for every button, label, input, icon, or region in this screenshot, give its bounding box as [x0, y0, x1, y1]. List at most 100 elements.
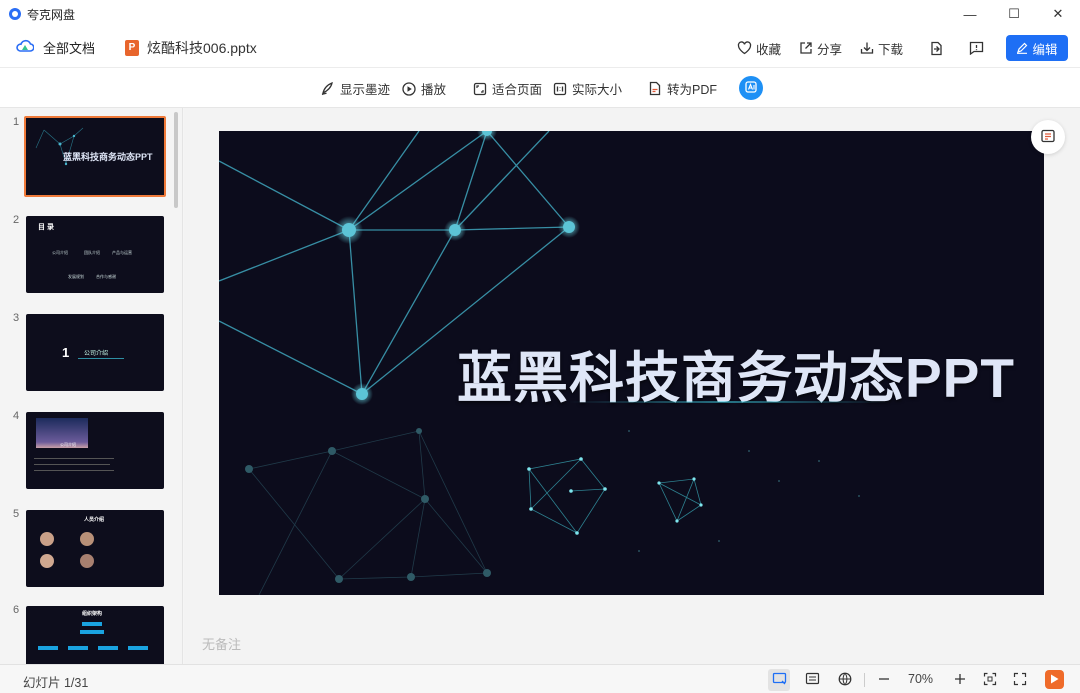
- play-icon: [1050, 672, 1059, 687]
- zoom-out-button[interactable]: [873, 669, 895, 691]
- thumbnail-number: 5: [13, 508, 20, 520]
- thumbnail-number: 6: [13, 604, 20, 616]
- thumbnail-text-line: [34, 458, 114, 459]
- close-button[interactable]: ✕: [1036, 0, 1080, 28]
- thumbnail-text-line: [34, 464, 110, 465]
- title-bar: 夸克网盘 — ☐ ✕: [0, 0, 1080, 28]
- header-actions: 收藏 分享 下载 编辑: [719, 28, 1068, 68]
- thumbnail-scrollbar[interactable]: [174, 112, 178, 208]
- convert-pdf-button[interactable]: 转为PDF: [648, 79, 717, 98]
- thumbnail-org-box: [80, 630, 104, 634]
- all-docs-button[interactable]: 全部文档: [16, 38, 95, 57]
- status-bar: 幻灯片 1/31 70%: [0, 664, 1080, 693]
- slideshow-play-button[interactable]: [1045, 670, 1064, 689]
- notes-view-icon: [805, 672, 820, 688]
- normal-view-icon: [772, 672, 787, 689]
- file-tab: P 炫酷科技006.pptx: [125, 38, 257, 58]
- slide-title-underline: [569, 401, 889, 403]
- show-ink-label: 显示墨迹: [340, 83, 391, 97]
- status-divider: [864, 673, 865, 687]
- thumbnail-avatar: [40, 532, 54, 546]
- download-label: 下载: [877, 42, 903, 57]
- minimize-button[interactable]: —: [948, 0, 992, 28]
- actual-size-button[interactable]: 实际大小: [553, 79, 622, 98]
- side-panel-icon: [1040, 128, 1056, 147]
- thumbnail-slide-6[interactable]: 组织架构: [26, 606, 164, 664]
- thumbnail-row-6: 6 组织架构: [0, 604, 170, 664]
- thumbnail-org-box: [98, 646, 118, 650]
- download-button[interactable]: 下载: [860, 39, 903, 58]
- ai-assistant-icon: [744, 80, 758, 97]
- thumbnail-row-3: 3 1 公司介绍: [0, 312, 170, 392]
- thumbnail-title: 公司介绍: [84, 351, 109, 357]
- window-controls: — ☐ ✕: [948, 0, 1080, 28]
- play-button[interactable]: 播放: [402, 79, 446, 98]
- all-docs-label: 全部文档: [43, 41, 96, 56]
- thumbnail-org-box: [68, 646, 88, 650]
- thumbnail-slide-5[interactable]: 人员介绍: [26, 510, 164, 587]
- feedback-icon[interactable]: [969, 41, 984, 55]
- thumbnail-row-5: 5 人员介绍: [0, 508, 170, 588]
- play-circle-icon: [402, 81, 416, 96]
- fit-page-button[interactable]: 适合页面: [473, 79, 542, 98]
- speaker-notes[interactable]: 无备注: [202, 634, 241, 653]
- thumbnail-slide-3[interactable]: 1 公司介绍: [26, 314, 164, 391]
- edit-button[interactable]: 编辑: [1006, 35, 1068, 61]
- fit-page-icon: [473, 82, 487, 96]
- ink-pen-icon: [320, 81, 335, 96]
- pencil-icon: [1016, 42, 1028, 54]
- document-header: 全部文档 P 炫酷科技006.pptx 收藏 分享 下载 编辑: [0, 28, 1080, 68]
- favorite-label: 收藏: [755, 42, 781, 57]
- actual-size-label: 实际大小: [572, 83, 623, 97]
- notes-view-button[interactable]: [801, 669, 823, 691]
- share-button[interactable]: 分享: [799, 39, 842, 58]
- zoom-in-button[interactable]: [949, 669, 971, 691]
- thumbnail-slide-2[interactable]: 目 录 公司介绍 团队介绍 产品与运营 发展规划 合作与感谢: [26, 216, 164, 293]
- fit-screen-button[interactable]: [979, 669, 1001, 691]
- thumbnail-divider: [78, 358, 124, 359]
- thumbnail-avatar: [80, 532, 94, 546]
- thumbnail-toc-item: 发展规划: [68, 274, 84, 279]
- minus-icon: [877, 672, 891, 689]
- thumbnail-title: 目 录: [38, 224, 54, 231]
- thumbnail-title: 蓝黑科技商务动态PPT: [63, 152, 153, 162]
- slide-stage: 蓝黑科技商务动态PPT 无备注: [184, 108, 1080, 664]
- play-label: 播放: [421, 83, 447, 97]
- share-label: 分享: [816, 42, 842, 57]
- thumbnail-slide-4[interactable]: 公司介绍: [26, 412, 164, 489]
- current-slide: 蓝黑科技商务动态PPT: [219, 131, 1044, 595]
- thumbnail-org-box: [128, 646, 148, 650]
- slide-counter: 幻灯片 1/31: [23, 676, 89, 690]
- cloud-icon: [16, 39, 35, 56]
- file-name: 炫酷科技006.pptx: [147, 39, 257, 56]
- ai-assistant-button[interactable]: [739, 76, 763, 100]
- thumbnail-slide-1[interactable]: 蓝黑科技商务动态PPT: [24, 116, 166, 197]
- thumbnail-row-4: 4 公司介绍: [0, 410, 170, 490]
- favorite-button[interactable]: 收藏: [737, 39, 781, 58]
- slide-side-tool-button[interactable]: [1031, 120, 1065, 154]
- normal-view-button[interactable]: [768, 669, 790, 691]
- thumbnail-toc-item: 产品与运营: [112, 250, 132, 255]
- thumbnail-title: 人员介绍: [84, 517, 105, 523]
- convert-pdf-label: 转为PDF: [667, 83, 718, 97]
- maximize-button[interactable]: ☐: [992, 0, 1036, 28]
- download-icon: [860, 41, 874, 55]
- fullscreen-button[interactable]: [1009, 669, 1031, 691]
- save-to-drive-icon[interactable]: [929, 41, 943, 56]
- thumbnail-toc-item: 团队介绍: [84, 250, 100, 255]
- language-button[interactable]: [834, 669, 856, 691]
- fit-screen-icon: [983, 672, 997, 689]
- plus-icon: [953, 672, 967, 689]
- thumbnail-text-line: [34, 470, 114, 471]
- app-title: 夸克网盘: [27, 7, 76, 22]
- thumbnail-title: 组织架构: [82, 611, 103, 617]
- globe-icon: [838, 672, 852, 689]
- thumbnail-number: 3: [13, 312, 20, 324]
- thumbnail-avatar: [80, 554, 94, 568]
- actual-size-icon: [553, 82, 567, 96]
- thumbnail-org-box: [38, 646, 58, 650]
- viewer-toolbar: 显示墨迹 播放 适合页面 实际大小 转为PDF: [0, 68, 1080, 108]
- pdf-icon: [648, 81, 662, 96]
- show-ink-button[interactable]: 显示墨迹: [320, 79, 390, 98]
- thumbnail-section-badge: 1: [62, 345, 70, 360]
